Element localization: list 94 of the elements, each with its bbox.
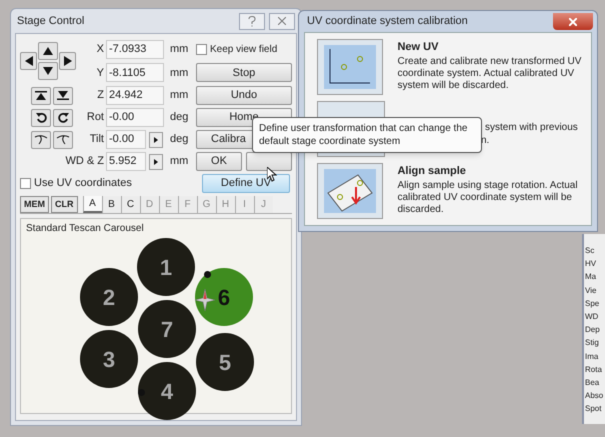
unit-label: deg bbox=[169, 132, 190, 148]
close-button[interactable] bbox=[553, 13, 593, 30]
stage-button[interactable]: Undo bbox=[196, 86, 292, 105]
checkbox-label: Use UV coordinates bbox=[34, 176, 132, 192]
rotate-left-icon bbox=[36, 112, 46, 123]
arrow-right-icon bbox=[154, 158, 158, 164]
down-button[interactable] bbox=[38, 62, 58, 80]
tab[interactable]: B bbox=[102, 196, 120, 213]
step-button[interactable] bbox=[149, 132, 163, 148]
arrow-right-icon bbox=[154, 136, 158, 142]
triangle-up-icon bbox=[43, 47, 53, 55]
property-label: HV bbox=[585, 258, 598, 270]
z-up-button[interactable] bbox=[31, 86, 51, 104]
unit-label: deg bbox=[169, 110, 190, 126]
memory-button[interactable]: MEM bbox=[20, 196, 49, 213]
triangle-down-icon bbox=[43, 67, 53, 75]
use-uv-checkbox[interactable] bbox=[20, 178, 31, 189]
triangle-left-icon bbox=[24, 56, 32, 66]
help-icon bbox=[248, 16, 256, 26]
panel-title: Standard Tescan Carousel bbox=[26, 222, 144, 236]
property-label: Rota bbox=[585, 364, 603, 376]
rotate-left-button[interactable] bbox=[31, 108, 51, 126]
sample-holder[interactable]: 5 bbox=[196, 333, 254, 391]
rotated-sample-icon bbox=[324, 169, 376, 213]
tilt-right-button[interactable] bbox=[53, 130, 73, 148]
property-label: Vie bbox=[585, 284, 598, 297]
tilt-left-button[interactable] bbox=[31, 130, 51, 148]
option-title: New UV bbox=[397, 40, 440, 55]
sample-holder[interactable]: 2 bbox=[80, 268, 138, 326]
keep-view-checkbox[interactable] bbox=[196, 44, 207, 55]
crosshair-icon bbox=[195, 289, 215, 311]
value-field[interactable]: -0.00 bbox=[106, 130, 146, 149]
ok-button[interactable]: OK bbox=[196, 152, 242, 171]
define-uv-button[interactable]: Define UV bbox=[202, 174, 290, 193]
property-label: Dep bbox=[585, 324, 601, 336]
value-field[interactable]: -0.00 bbox=[106, 108, 164, 127]
property-label: Ma bbox=[585, 271, 598, 284]
axis-label: WD & Z bbox=[64, 154, 104, 170]
option-button[interactable] bbox=[317, 163, 384, 219]
option-description: Create and calibrate new transformed UV coordinate system. Actual calibrated UV system will be discarded. bbox=[397, 56, 582, 92]
sample-holder[interactable]: 3 bbox=[80, 330, 138, 388]
checkbox-label: Keep view field bbox=[210, 42, 278, 57]
tab[interactable]: C bbox=[120, 196, 140, 213]
right-button[interactable] bbox=[59, 52, 76, 70]
stage-button[interactable]: Stop bbox=[196, 63, 292, 82]
window-title: Stage Control bbox=[17, 14, 84, 29]
dialog-title: UV coordinate system calibration bbox=[307, 14, 468, 30]
value-field[interactable]: -7.0933 bbox=[106, 40, 164, 59]
rotate-right-icon bbox=[58, 112, 68, 123]
z-down-button[interactable] bbox=[53, 86, 73, 104]
z-down-icon bbox=[57, 91, 69, 100]
option-description: system with previous bbox=[485, 121, 578, 134]
value-field[interactable]: 5.952 bbox=[106, 152, 146, 171]
property-label: Spe bbox=[585, 298, 600, 310]
unit-label: mm bbox=[169, 66, 190, 80]
step-button[interactable] bbox=[149, 154, 163, 170]
up-button[interactable] bbox=[38, 42, 58, 60]
sample-holder[interactable]: 7 bbox=[138, 300, 196, 358]
close-button[interactable] bbox=[269, 12, 295, 30]
option-title: Align sample bbox=[397, 164, 467, 179]
axis-label: X bbox=[96, 42, 104, 57]
sample-holder[interactable]: 1 bbox=[137, 238, 195, 296]
axis-label: Y bbox=[96, 66, 104, 80]
tab[interactable]: A bbox=[82, 196, 102, 213]
close-icon bbox=[569, 18, 577, 26]
property-label: Spot bbox=[585, 403, 602, 416]
rotate-right-button[interactable] bbox=[53, 108, 73, 126]
axis-label: Tilt bbox=[88, 132, 104, 148]
property-label: Bea bbox=[585, 377, 600, 390]
memory-button[interactable]: CLR bbox=[51, 196, 78, 213]
unit-label: mm bbox=[169, 88, 190, 104]
axis-label: Rot bbox=[86, 110, 104, 126]
value-field[interactable]: 24.942 bbox=[106, 86, 164, 105]
help-button[interactable] bbox=[239, 12, 265, 30]
property-label: Stig bbox=[585, 337, 600, 350]
unit-label: mm bbox=[169, 154, 190, 170]
property-label: Sc bbox=[585, 245, 596, 257]
dialog-button[interactable] bbox=[246, 152, 292, 171]
axes-icon bbox=[324, 45, 376, 89]
property-label: Ima bbox=[585, 350, 600, 363]
sample-holder[interactable]: 4 bbox=[138, 362, 196, 420]
triangle-right-icon bbox=[64, 56, 72, 66]
tilt-left-icon bbox=[34, 134, 48, 145]
axis-label: Z bbox=[96, 88, 104, 104]
z-up-icon bbox=[35, 91, 47, 100]
sample-holder[interactable]: 6 bbox=[195, 268, 253, 326]
property-label: Abso bbox=[585, 390, 604, 402]
value-field[interactable]: -8.1105 bbox=[106, 63, 164, 82]
close-icon bbox=[278, 17, 286, 25]
option-description: Align sample using stage rotation. Actual calibrated UV coordinate system will be discarded. bbox=[397, 180, 579, 216]
property-label: WD bbox=[585, 311, 600, 324]
tilt-right-icon bbox=[56, 134, 70, 145]
unit-label: mm bbox=[169, 42, 190, 57]
left-button[interactable] bbox=[20, 52, 37, 70]
